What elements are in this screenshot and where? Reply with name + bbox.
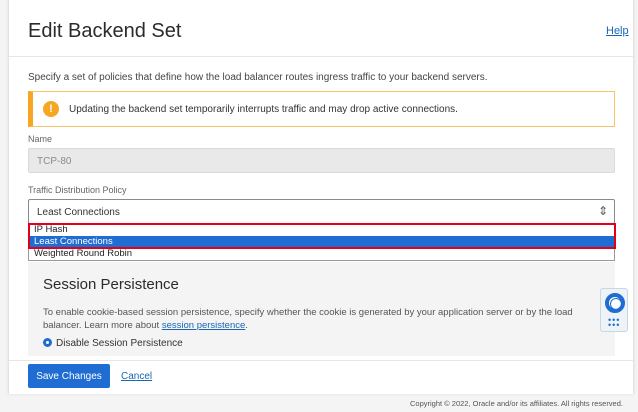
cancel-link[interactable]: Cancel bbox=[121, 371, 152, 382]
disable-session-persistence-option[interactable]: Disable Session Persistence bbox=[43, 338, 183, 349]
help-link[interactable]: Help bbox=[606, 25, 629, 37]
warning-banner: ! Updating the backend set temporarily i… bbox=[28, 91, 615, 127]
radio-label: Disable Session Persistence bbox=[56, 338, 183, 349]
policy-options-list: IP Hash Least Connections Weighted Round… bbox=[28, 223, 615, 261]
policy-option-least-connections[interactable]: Least Connections bbox=[29, 236, 614, 248]
header-divider bbox=[9, 56, 633, 57]
copyright-text: Copyright © 2022, Oracle and/or its affi… bbox=[410, 399, 623, 408]
policy-option-ip-hash[interactable]: IP Hash bbox=[29, 224, 614, 236]
session-persistence-link[interactable]: session persistence bbox=[162, 320, 245, 331]
session-link-suffix: . bbox=[245, 320, 248, 331]
warning-icon: ! bbox=[43, 101, 59, 117]
edit-backend-set-panel: Edit Backend Set Help Specify a set of p… bbox=[8, 0, 634, 394]
policy-select-value: Least Connections bbox=[37, 207, 120, 218]
policy-option-weighted-round-robin[interactable]: Weighted Round Robin bbox=[29, 248, 614, 260]
footer-divider bbox=[9, 360, 633, 361]
name-label: Name bbox=[28, 134, 53, 144]
warning-text: Updating the backend set temporarily int… bbox=[69, 104, 458, 115]
page-title: Edit Backend Set bbox=[28, 20, 182, 42]
chevron-up-down-icon: ⇕ bbox=[597, 204, 608, 218]
save-changes-button[interactable]: Save Changes bbox=[28, 364, 110, 388]
lifebuoy-icon bbox=[605, 293, 625, 313]
policy-label: Traffic Distribution Policy bbox=[28, 185, 127, 195]
policy-select[interactable]: Least Connections ⇕ bbox=[28, 199, 615, 224]
grid-icon: ••• ••• bbox=[608, 315, 621, 330]
intro-text: Specify a set of policies that define ho… bbox=[28, 72, 488, 83]
session-persistence-section: Session Persistence To enable cookie-bas… bbox=[28, 262, 615, 356]
session-description-text: To enable cookie-based session persisten… bbox=[43, 307, 573, 331]
radio-selected-icon[interactable] bbox=[43, 338, 52, 347]
name-field: TCP-80 bbox=[28, 148, 615, 173]
session-title: Session Persistence bbox=[43, 276, 179, 293]
session-description: To enable cookie-based session persisten… bbox=[43, 306, 598, 332]
help-widget[interactable]: ••• ••• bbox=[600, 288, 628, 332]
